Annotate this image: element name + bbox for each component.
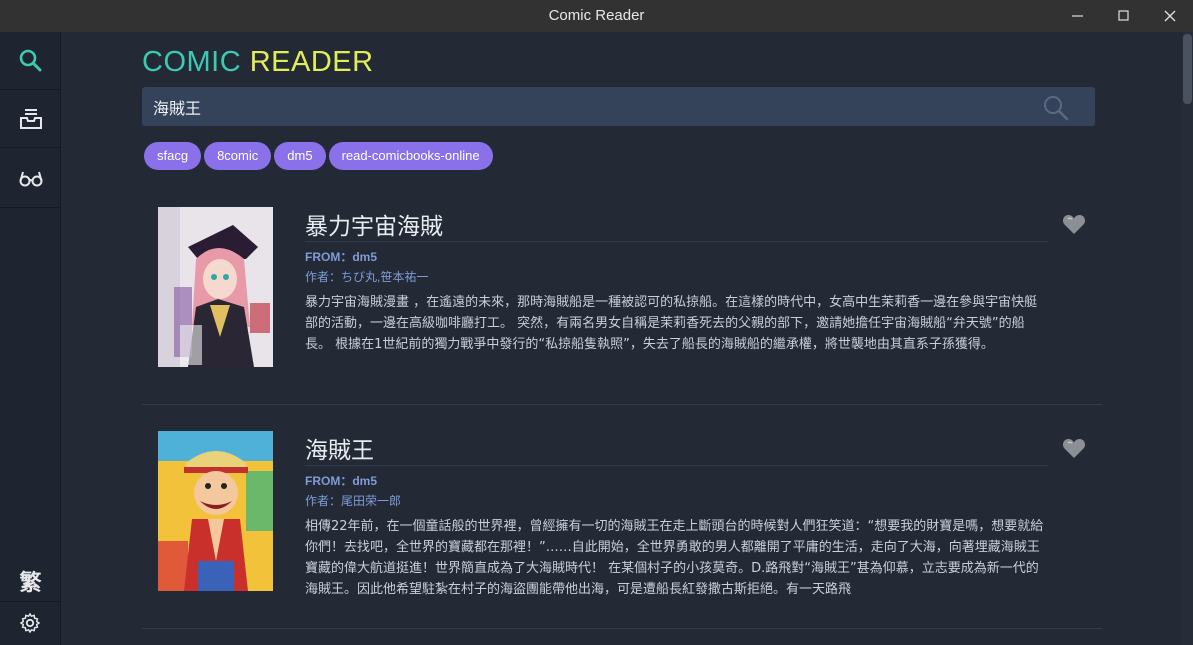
close-button[interactable] xyxy=(1147,0,1193,32)
title-bar: Comic Reader xyxy=(0,0,1193,32)
maximize-icon xyxy=(1118,10,1129,21)
close-icon xyxy=(1164,10,1176,22)
source-label: FROM：dm5 xyxy=(305,250,378,264)
comic-cover-image[interactable] xyxy=(158,431,273,591)
author-label: 作者：ちび丸,笹本祐一 xyxy=(305,270,429,284)
search-icon xyxy=(19,49,42,72)
source-chips: sfacg 8comic dm5 read-comicbooks-online xyxy=(144,142,496,170)
comic-title[interactable]: 海賊王 xyxy=(305,431,374,465)
sidebar-item-library[interactable] xyxy=(0,90,61,148)
source-label: FROM：dm5 xyxy=(305,474,378,488)
language-toggle[interactable]: 繁 xyxy=(0,566,61,602)
maximize-button[interactable] xyxy=(1101,0,1147,32)
comic-title[interactable]: 暴力宇宙海賊 xyxy=(305,207,443,241)
comic-description: 暴力宇宙海賊漫畫 ，在遙遠的未來，那時海賊船是一種被認可的私掠船。在這樣的時代中… xyxy=(305,295,1038,352)
comic-description: 相傳22年前，在一個童話般的世界裡，曾經擁有一切的海賊王在走上斷頭台的時候對人們… xyxy=(305,519,1044,597)
inbox-icon xyxy=(20,109,42,129)
source-chip-dm5[interactable]: dm5 xyxy=(274,142,326,170)
logo-part-comic: COMIC xyxy=(142,46,242,78)
title-divider xyxy=(305,465,1048,466)
source-chip-8comic[interactable]: 8comic xyxy=(204,142,272,170)
search-submit-icon[interactable] xyxy=(1042,94,1070,122)
minimize-icon xyxy=(1072,15,1083,17)
source-chip-read-comicbooks-online[interactable]: read-comicbooks-online xyxy=(328,142,493,170)
comic-cover-image[interactable] xyxy=(158,207,273,367)
gear-icon[interactable] xyxy=(19,612,41,634)
logo-part-reader: READER xyxy=(249,46,374,78)
app-logo: COMIC READER xyxy=(142,46,374,79)
scrollbar-track[interactable] xyxy=(1182,32,1193,645)
author-label: 作者：尾田荣一郎 xyxy=(305,494,402,508)
window-title: Comic Reader xyxy=(548,7,645,24)
result-card[interactable]: 海賊王 FROM：dm5 作者：尾田荣一郎 相傳22年前，在一個童話般的世界裡，… xyxy=(142,405,1102,629)
source-chip-sfacg[interactable]: sfacg xyxy=(144,142,202,170)
sidebar: 繁 xyxy=(0,32,61,645)
search-input[interactable] xyxy=(142,87,1032,126)
glasses-icon xyxy=(19,171,43,187)
scrollbar-thumb[interactable] xyxy=(1183,34,1192,104)
heart-icon[interactable] xyxy=(1062,437,1086,459)
minimize-button[interactable] xyxy=(1055,0,1101,32)
title-divider xyxy=(305,241,1048,242)
search-bar xyxy=(142,87,1095,126)
sidebar-item-search[interactable] xyxy=(0,32,61,90)
result-card[interactable]: 暴力宇宙海賊 FROM：dm5 作者：ちび丸,笹本祐一 暴力宇宙海賊漫畫 ，在遙… xyxy=(142,181,1102,405)
heart-icon[interactable] xyxy=(1062,213,1086,235)
sidebar-item-reading[interactable] xyxy=(0,150,61,208)
